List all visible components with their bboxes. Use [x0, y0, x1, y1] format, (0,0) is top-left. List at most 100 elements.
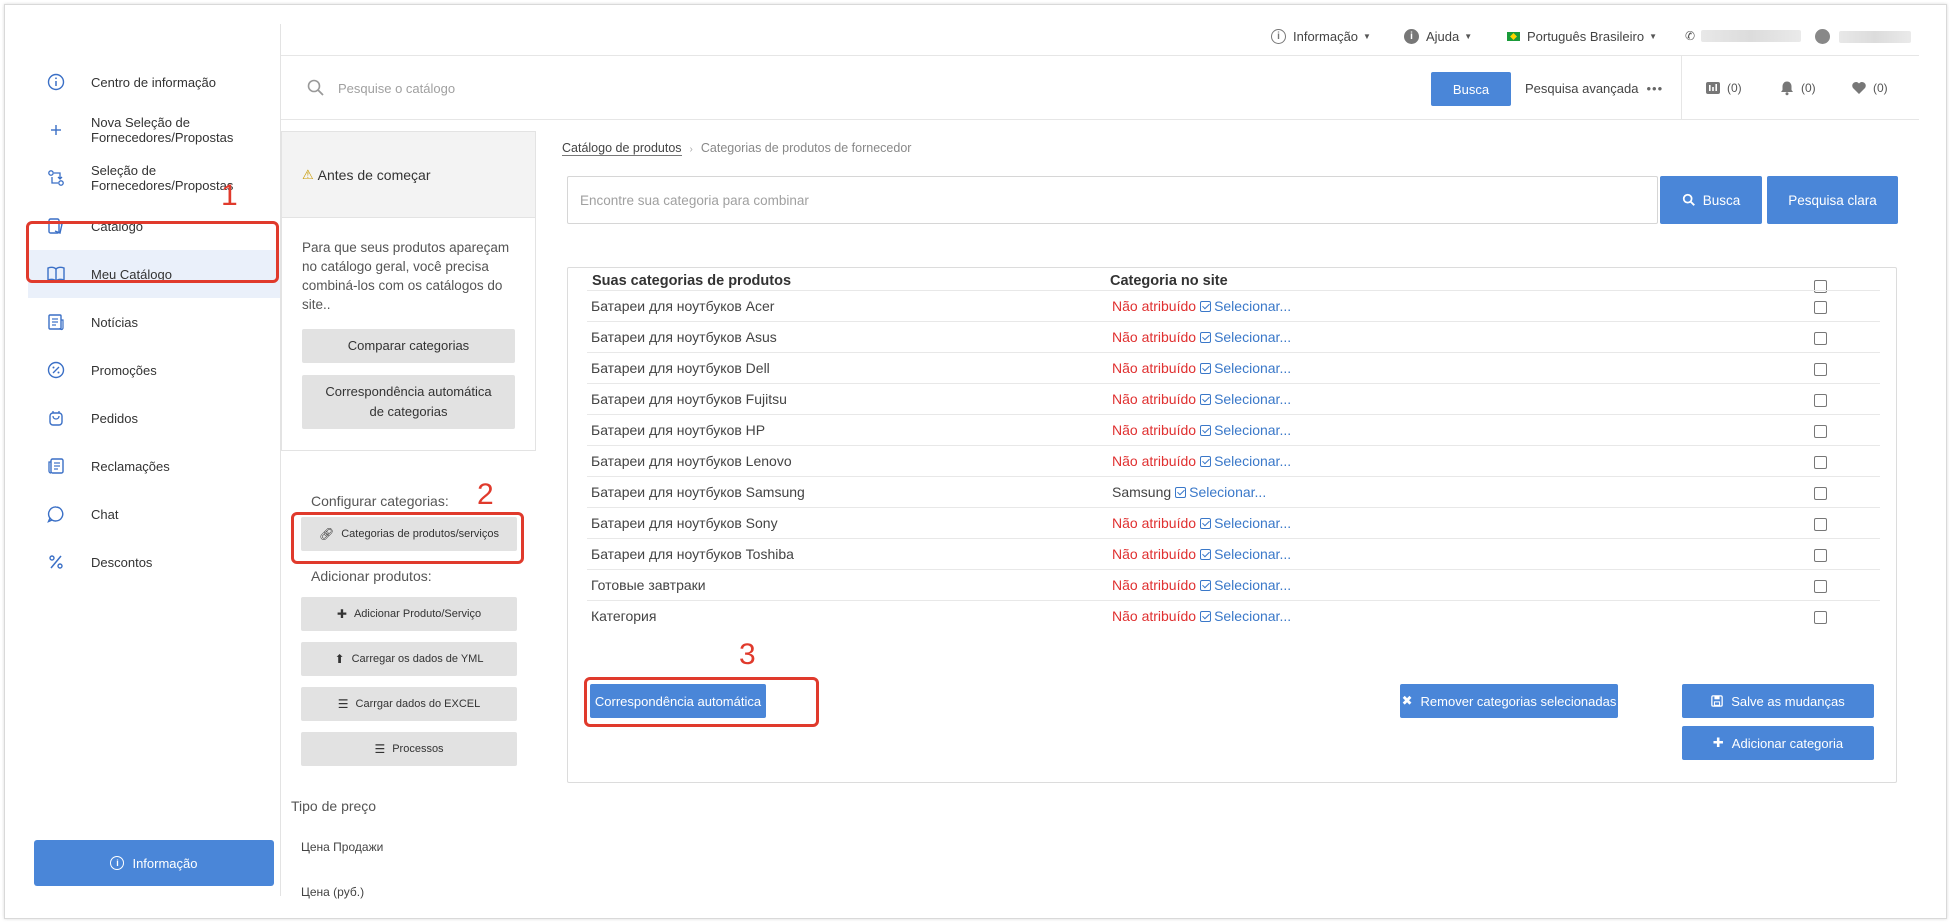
topbar: i Informação ▼ i Ajuda ▼ Português Brasi… — [281, 18, 1919, 56]
sidebar-item-orders[interactable]: Pedidos — [28, 394, 280, 442]
select-category-link[interactable]: Selecionar... — [1189, 484, 1266, 500]
select-category-link[interactable]: Selecionar... — [1214, 329, 1291, 345]
select-category-link[interactable]: Selecionar... — [1214, 577, 1291, 593]
table-row: Батареи для ноутбуков Asus Não atribuído S… — [587, 321, 1880, 352]
site-category-status: Não atribuído — [1112, 608, 1197, 624]
before-start-box: ⚠ Antes de começar Para que seus produto… — [281, 131, 536, 451]
auto-match-categories-button[interactable]: Correspondência automática de categorias — [302, 375, 515, 429]
bell-icon — [1781, 81, 1793, 96]
before-start-header: ⚠ Antes de começar — [282, 132, 535, 218]
row-checkbox[interactable] — [1814, 363, 1827, 376]
category-name: Готовые завтраки — [591, 577, 706, 593]
site-category-status: Não atribuído — [1112, 515, 1197, 531]
site-category-cell: Não atribuído Selecionar... — [1112, 515, 1291, 531]
sidebar-item-new-selection[interactable]: Nova Seleção de Fornecedores/Propostas — [28, 106, 280, 154]
phone-icon: ✆ — [1685, 29, 1696, 43]
load-yml-button[interactable]: ⬆ Carregar os dados de YML — [301, 642, 517, 676]
select-category-link[interactable]: Selecionar... — [1214, 391, 1291, 407]
load-excel-label: Carrgar dados do EXCEL — [355, 698, 481, 710]
sidebar-item-information-center[interactable]: Centro de informação — [28, 58, 280, 106]
sidebar-item-selection[interactable]: Seleção de Fornecedores/Propostas — [28, 154, 280, 202]
language-menu[interactable]: Português Brasileiro ▼ — [1507, 29, 1657, 44]
load-excel-button[interactable]: ☰ Carrgar dados do EXCEL — [301, 687, 517, 721]
check-square-icon — [1200, 549, 1212, 560]
caret-down-icon: ▼ — [1363, 32, 1371, 41]
sidebar-item-promotions[interactable]: Promoções — [28, 346, 280, 394]
row-checkbox[interactable] — [1814, 549, 1827, 562]
check-square-icon — [1175, 487, 1187, 498]
processes-button[interactable]: ☰ Processos — [301, 732, 517, 766]
favorites-count: (0) — [1873, 81, 1888, 95]
price-type-option[interactable]: Цена Продажи — [301, 840, 383, 854]
clear-search-button[interactable]: Pesquisa clara — [1767, 176, 1898, 224]
breadcrumb-current: Categorias de produtos de fornecedor — [700, 141, 912, 155]
select-category-link[interactable]: Selecionar... — [1214, 453, 1291, 469]
compare-counter[interactable]: (0) — [1705, 80, 1742, 96]
exchange-icon — [45, 167, 67, 189]
table-row: Батареи для ноутбуков HP Não atribuído Sel… — [587, 414, 1880, 445]
site-category-status: Não atribuído — [1112, 546, 1197, 562]
sidebar-item-news[interactable]: Notícias — [28, 298, 280, 346]
row-checkbox[interactable] — [1814, 580, 1827, 593]
check-square-icon — [1200, 363, 1212, 374]
category-name: Батареи для ноутбуков Dell — [591, 360, 770, 376]
site-category-status: Não atribuído — [1112, 453, 1197, 469]
select-category-link[interactable]: Selecionar... — [1214, 298, 1291, 314]
information-button[interactable]: i Informação — [34, 840, 274, 886]
compare-categories-button[interactable]: Comparar categorias — [302, 329, 515, 363]
row-checkbox[interactable] — [1814, 456, 1827, 469]
table-row: Батареи для ноутбуков Lenovo Não atribuíd… — [587, 445, 1880, 476]
check-square-icon — [1200, 580, 1212, 591]
select-category-link[interactable]: Selecionar... — [1214, 422, 1291, 438]
price-type-option[interactable]: Цена (руб.) — [301, 885, 364, 899]
user-menu[interactable] — [1815, 29, 1911, 44]
add-product-button[interactable]: ✚ Adicionar Produto/Serviço — [301, 597, 517, 631]
row-checkbox[interactable] — [1814, 394, 1827, 407]
select-category-link[interactable]: Selecionar... — [1214, 608, 1291, 624]
check-square-icon — [1200, 456, 1212, 467]
compare-count: (0) — [1727, 81, 1742, 95]
sidebar-item-complaints[interactable]: Reclamações — [28, 442, 280, 490]
row-checkbox[interactable] — [1814, 301, 1827, 314]
row-checkbox[interactable] — [1814, 518, 1827, 531]
save-changes-button[interactable]: Salve as mudanças — [1682, 684, 1874, 718]
add-category-button[interactable]: ✚ Adicionar categoria — [1682, 726, 1874, 760]
notifications-counter[interactable]: (0) — [1779, 80, 1816, 96]
select-category-link[interactable]: Selecionar... — [1214, 546, 1291, 562]
help-menu[interactable]: i Ajuda ▼ — [1404, 29, 1472, 44]
table-row: Готовые завтраки Não atribuído Selecionar.… — [587, 569, 1880, 600]
category-search-input[interactable] — [567, 176, 1658, 224]
site-category-status: Não atribuído — [1112, 360, 1197, 376]
select-category-link[interactable]: Selecionar... — [1214, 360, 1291, 376]
percent-icon — [45, 551, 67, 573]
warning-icon: ⚠ — [302, 166, 314, 182]
site-category-cell: Não atribuído Selecionar... — [1112, 298, 1291, 314]
breadcrumb-link-catalog[interactable]: Catálogo de produtos — [562, 141, 682, 156]
save-changes-label: Salve as mudanças — [1731, 693, 1845, 709]
info-solid-icon: i — [1404, 29, 1419, 44]
category-search-label: Busca — [1702, 192, 1741, 208]
advanced-search-link[interactable]: Pesquisa avançada ••• — [1525, 81, 1663, 96]
category-search-button[interactable]: Busca — [1660, 176, 1762, 224]
sidebar-item-label: Pedidos — [91, 410, 138, 426]
check-square-icon — [1200, 332, 1212, 343]
times-icon: ✖ — [1401, 693, 1413, 708]
bag-icon — [45, 407, 67, 429]
row-checkbox[interactable] — [1814, 611, 1827, 624]
add-products-label: Adicionar produtos: — [311, 568, 432, 584]
table-row: Категория Não atribuído Selecionar... — [587, 600, 1880, 631]
remove-selected-categories-button[interactable]: ✖ Remover categorias selecionadas — [1400, 684, 1618, 718]
information-menu[interactable]: i Informação ▼ — [1271, 29, 1371, 44]
favorites-counter[interactable]: (0) — [1851, 80, 1888, 96]
row-checkbox[interactable] — [1814, 487, 1827, 500]
row-checkbox[interactable] — [1814, 332, 1827, 345]
site-category-status: Não atribuído — [1112, 391, 1197, 407]
row-checkbox[interactable] — [1814, 425, 1827, 438]
table-row: Батареи для ноутбуков Toshiba Não atribuí… — [587, 538, 1880, 569]
before-start-text: Para que seus produtos apareçam no catál… — [302, 240, 510, 312]
select-category-link[interactable]: Selecionar... — [1214, 515, 1291, 531]
sidebar-item-discounts[interactable]: Descontos — [28, 538, 280, 586]
search-button[interactable]: Busca — [1431, 72, 1511, 106]
catalog-search-input[interactable] — [338, 74, 1038, 102]
sidebar-item-chat[interactable]: Chat — [28, 490, 280, 538]
